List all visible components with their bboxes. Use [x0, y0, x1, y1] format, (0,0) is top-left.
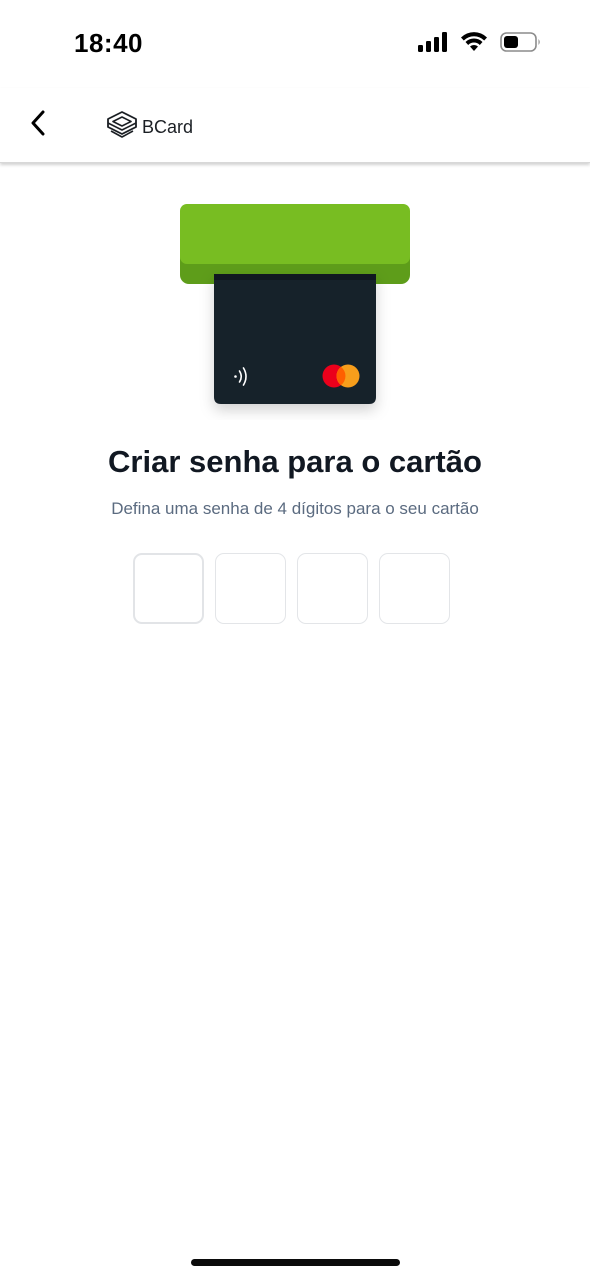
page-subtitle: Defina uma senha de 4 dígitos para o seu…	[111, 499, 479, 518]
wifi-icon	[460, 31, 488, 57]
cellular-signal-icon	[418, 31, 448, 57]
status-bar: 18:40	[0, 0, 590, 88]
pin-input	[133, 553, 450, 624]
card-insert-illustration	[0, 190, 590, 420]
status-icons	[418, 30, 542, 58]
pin-digit-3[interactable]	[297, 553, 368, 624]
battery-icon	[500, 31, 542, 58]
app-header: BCard	[0, 88, 590, 163]
page-title: Criar senha para o cartão	[108, 444, 482, 479]
back-button[interactable]	[20, 104, 56, 146]
bcard-logo-icon	[106, 110, 138, 145]
pin-digit-1[interactable]	[133, 553, 204, 624]
mastercard-logo-icon	[322, 364, 360, 388]
brand: BCard	[106, 110, 193, 145]
chevron-left-icon	[28, 109, 48, 142]
pin-digit-2[interactable]	[215, 553, 286, 624]
status-time: 18:40	[74, 28, 143, 58]
brand-name: BCard	[142, 117, 194, 137]
pin-digit-4[interactable]	[379, 553, 450, 624]
home-indicator[interactable]	[191, 1259, 400, 1266]
